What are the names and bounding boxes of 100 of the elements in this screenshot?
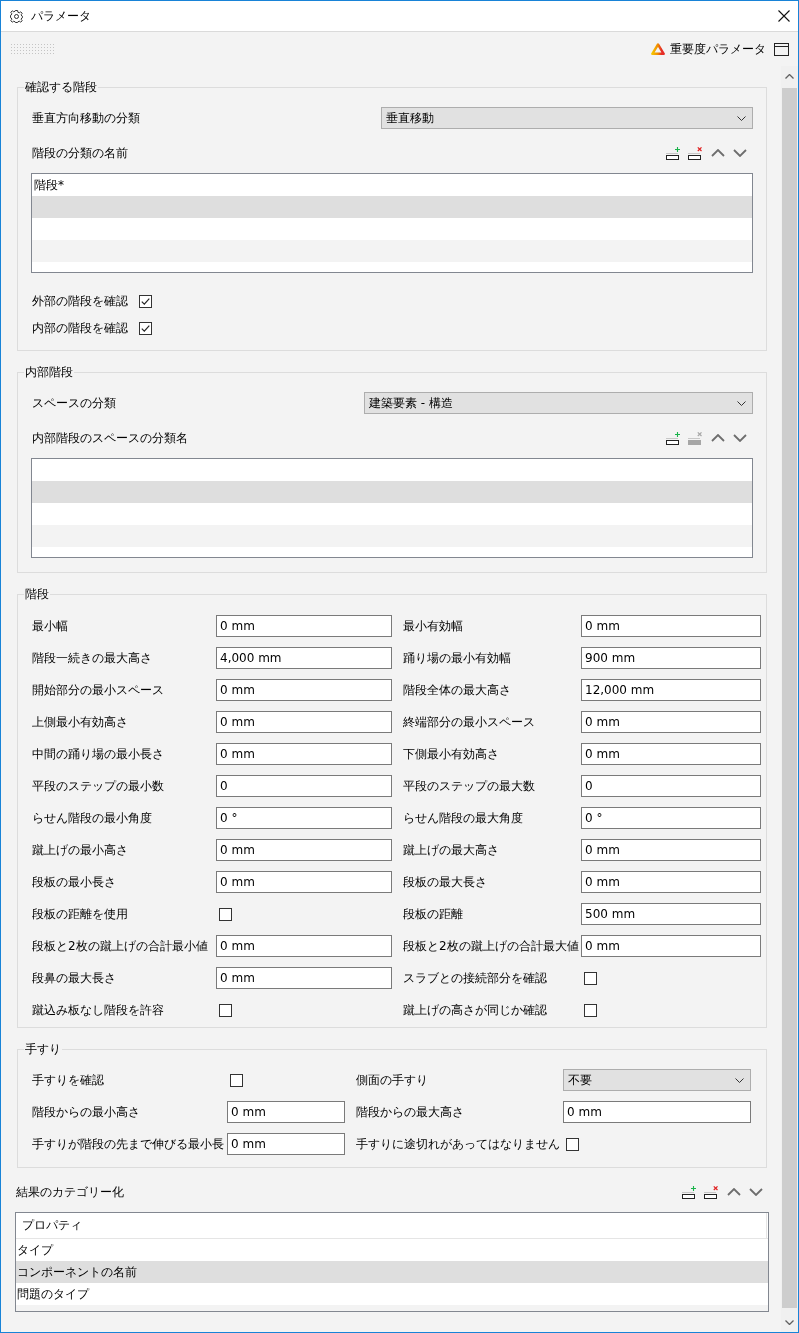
text-field[interactable]: 0 mm bbox=[581, 615, 761, 637]
list-item[interactable]: 問題のタイプ bbox=[16, 1283, 768, 1305]
text-field[interactable]: 0 bbox=[581, 775, 761, 797]
window-title: パラメータ bbox=[31, 7, 92, 25]
field-label: 終端部分の最小スペース bbox=[402, 713, 536, 731]
list-item[interactable]: コンポーネントの名前 bbox=[16, 1261, 768, 1283]
list-box[interactable] bbox=[31, 458, 753, 558]
field-label: 段板の最大長さ bbox=[402, 873, 488, 891]
text-field[interactable]: 0 mm bbox=[216, 743, 392, 765]
field-label: 踊り場の最小有効幅 bbox=[402, 649, 512, 667]
checkbox[interactable] bbox=[219, 907, 232, 921]
field-label: 下側最小有効高さ bbox=[402, 745, 500, 763]
field-label: 手すりに途切れがあってはなりません bbox=[355, 1135, 561, 1153]
text-field[interactable]: 0 mm bbox=[563, 1101, 751, 1123]
checkbox[interactable] bbox=[139, 321, 152, 335]
delete-row-icon[interactable] bbox=[688, 146, 703, 160]
field-label: スラブとの接続部分を確認 bbox=[402, 969, 548, 987]
parameters-button[interactable]: 重要度パラメータ bbox=[651, 40, 766, 58]
chevron-up-icon[interactable] bbox=[711, 434, 725, 442]
field-label: 階段一続きの最大高さ bbox=[32, 649, 153, 667]
close-icon[interactable] bbox=[778, 10, 790, 22]
text-field[interactable]: 0 ° bbox=[581, 807, 761, 829]
field-label: 手すりを確認 bbox=[32, 1071, 105, 1089]
field-label: 蹴込み板なし階段を許容 bbox=[32, 1001, 165, 1019]
field-label: 中間の踊り場の最小長さ bbox=[32, 745, 165, 763]
text-field[interactable]: 12,000 mm bbox=[581, 679, 761, 701]
list-box[interactable]: 階段* bbox=[31, 173, 753, 273]
dropdown[interactable]: 建築要素 - 構造 bbox=[364, 392, 753, 414]
field-label: 最小有効幅 bbox=[402, 617, 464, 635]
field-label: 階段からの最小高さ bbox=[32, 1103, 141, 1121]
add-row-icon[interactable] bbox=[666, 431, 681, 445]
field-label: らせん階段の最小角度 bbox=[32, 809, 153, 827]
column-header[interactable]: プロパティ bbox=[16, 1213, 767, 1238]
chevron-down-icon[interactable] bbox=[749, 1188, 763, 1196]
text-field[interactable]: 0 ° bbox=[216, 807, 392, 829]
add-row-icon[interactable] bbox=[682, 1185, 697, 1199]
text-field[interactable]: 0 mm bbox=[581, 935, 761, 957]
text-field[interactable]: 900 mm bbox=[581, 647, 761, 669]
field-label: 垂直方向移動の分類 bbox=[32, 109, 141, 127]
field-label: 内部の階段を確認 bbox=[32, 319, 128, 337]
checkbox[interactable] bbox=[584, 971, 597, 985]
checkbox[interactable] bbox=[566, 1137, 579, 1151]
chevron-down-icon bbox=[737, 400, 746, 406]
field-label: 段板と2枚の蹴上げの合計最大値 bbox=[402, 937, 580, 955]
section-title: 内部階段 bbox=[24, 365, 74, 380]
field-label: 段鼻の最大長さ bbox=[32, 969, 117, 987]
gear-icon bbox=[10, 9, 23, 23]
chevron-up-icon[interactable] bbox=[727, 1188, 741, 1196]
checkbox[interactable] bbox=[584, 1003, 597, 1017]
chevron-down-icon[interactable] bbox=[785, 1319, 794, 1325]
field-label: 蹴上げの高さが同じか確認 bbox=[402, 1001, 548, 1019]
chevron-up-icon[interactable] bbox=[711, 149, 725, 157]
chevron-down-icon bbox=[735, 1077, 744, 1083]
text-field[interactable]: 0 mm bbox=[216, 615, 392, 637]
field-label: 開始部分の最小スペース bbox=[32, 681, 165, 699]
text-field[interactable]: 0 mm bbox=[216, 967, 392, 989]
add-row-icon[interactable] bbox=[666, 146, 681, 160]
field-label: 側面の手すり bbox=[355, 1071, 429, 1089]
section-title: 確認する階段 bbox=[24, 80, 98, 95]
section-title: 手すり bbox=[24, 1042, 62, 1057]
field-label: 階段からの最大高さ bbox=[355, 1103, 465, 1121]
section-title: 階段 bbox=[24, 587, 50, 602]
text-field[interactable]: 0 mm bbox=[581, 711, 761, 733]
text-field[interactable]: 0 mm bbox=[216, 679, 392, 701]
text-field[interactable]: 0 mm bbox=[581, 839, 761, 861]
text-field[interactable]: 0 mm bbox=[216, 935, 392, 957]
field-label: 蹴上げの最大高さ bbox=[402, 841, 500, 859]
text-field[interactable]: 0 mm bbox=[227, 1101, 345, 1123]
chevron-up-icon[interactable] bbox=[785, 73, 794, 79]
list-item[interactable]: タイプ bbox=[16, 1239, 768, 1261]
list-box[interactable]: プロパティ タイプ コンポーネントの名前 問題のタイプ bbox=[15, 1212, 769, 1312]
field-label: 段板と2枚の蹴上げの合計最小値 bbox=[32, 937, 209, 955]
checkbox[interactable] bbox=[230, 1073, 243, 1087]
field-label: 上側最小有効高さ bbox=[32, 713, 129, 731]
dropdown[interactable]: 垂直移動 bbox=[381, 107, 753, 129]
checkbox[interactable] bbox=[219, 1003, 232, 1017]
section-title: 結果のカテゴリー化 bbox=[16, 1183, 124, 1201]
window-icon[interactable] bbox=[774, 42, 789, 56]
text-field[interactable]: 0 mm bbox=[216, 871, 392, 893]
chevron-down-icon[interactable] bbox=[733, 149, 747, 157]
text-field[interactable]: 4,000 mm bbox=[216, 647, 392, 669]
chevron-down-icon[interactable] bbox=[733, 434, 747, 442]
field-label: 段板の最小長さ bbox=[32, 873, 117, 891]
field-label: 最小幅 bbox=[32, 617, 69, 635]
text-field[interactable]: 0 mm bbox=[216, 839, 392, 861]
field-label: 平段のステップの最小数 bbox=[32, 777, 165, 795]
field-label: スペースの分類 bbox=[32, 394, 117, 412]
delete-row-icon[interactable] bbox=[704, 1185, 719, 1199]
field-label: 平段のステップの最大数 bbox=[402, 777, 536, 795]
text-field[interactable]: 0 mm bbox=[216, 711, 392, 733]
text-field[interactable]: 0 mm bbox=[227, 1133, 345, 1155]
text-field[interactable]: 0 bbox=[216, 775, 392, 797]
field-label: 段板の距離を使用 bbox=[32, 905, 129, 923]
text-field[interactable]: 500 mm bbox=[581, 903, 761, 925]
checkbox[interactable] bbox=[139, 294, 152, 308]
field-label: 蹴上げの最小高さ bbox=[32, 841, 129, 859]
text-field[interactable]: 0 mm bbox=[581, 743, 761, 765]
field-label: 階段の分類の名前 bbox=[32, 144, 128, 162]
dropdown[interactable]: 不要 bbox=[563, 1069, 751, 1091]
text-field[interactable]: 0 mm bbox=[581, 871, 761, 893]
